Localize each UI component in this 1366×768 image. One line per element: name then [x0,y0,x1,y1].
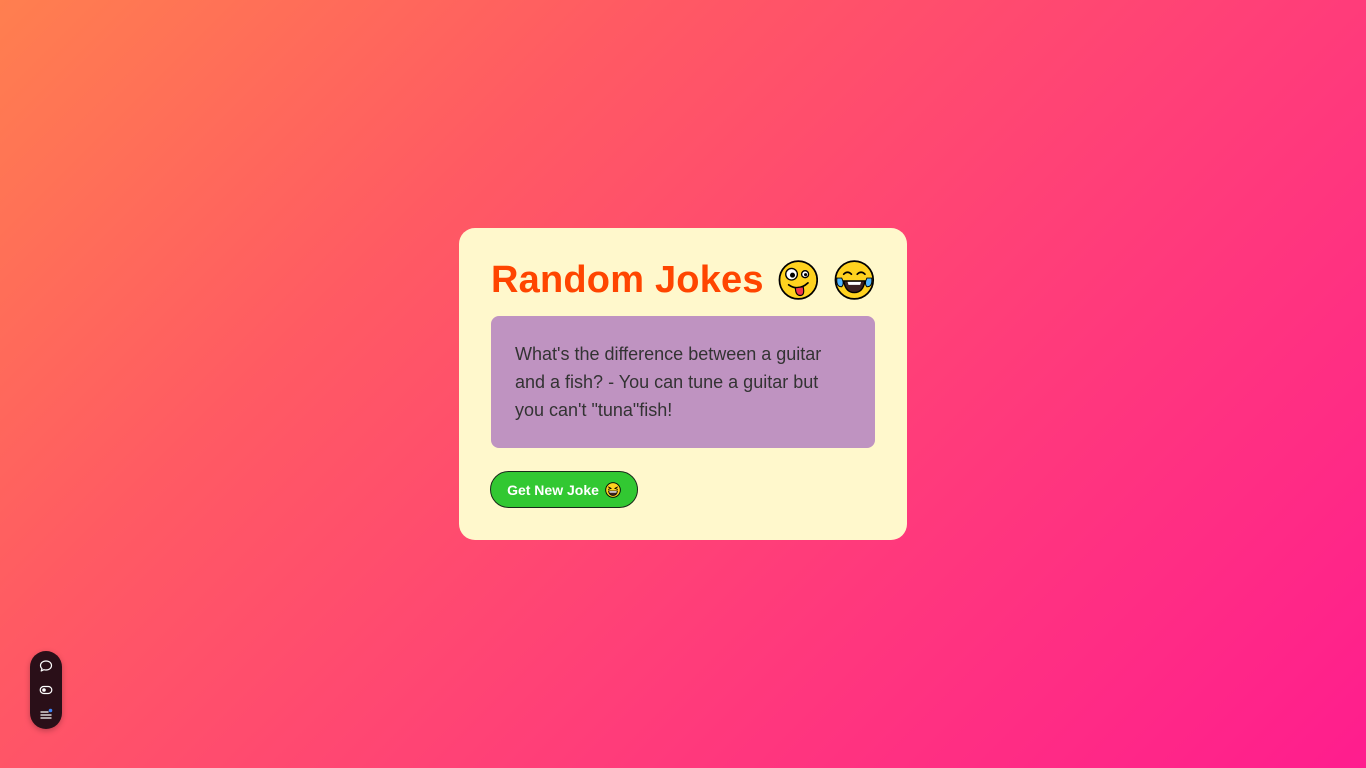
page-title: Random Jokes [491,258,764,301]
chat-icon [39,660,53,672]
joke-text: What's the difference between a guitar a… [515,344,822,420]
get-new-joke-label: Get New Joke [507,481,599,498]
get-new-joke-button[interactable]: Get New Joke [490,471,638,508]
tears-of-joy-icon [834,260,875,300]
menu-button[interactable] [38,706,54,722]
zany-face-icon [778,260,818,300]
toggle-icon [39,685,53,695]
title-row: Random Jokes [491,248,875,312]
joke-card: Random Jokes What's the difference betwe… [459,228,907,540]
toggle-button[interactable] [38,682,54,698]
joke-box: What's the difference between a guitar a… [491,316,875,448]
floating-toolbar [30,651,62,729]
menu-icon [40,708,53,719]
grinning-squinting-face-icon [605,481,621,498]
chat-button[interactable] [38,658,54,674]
